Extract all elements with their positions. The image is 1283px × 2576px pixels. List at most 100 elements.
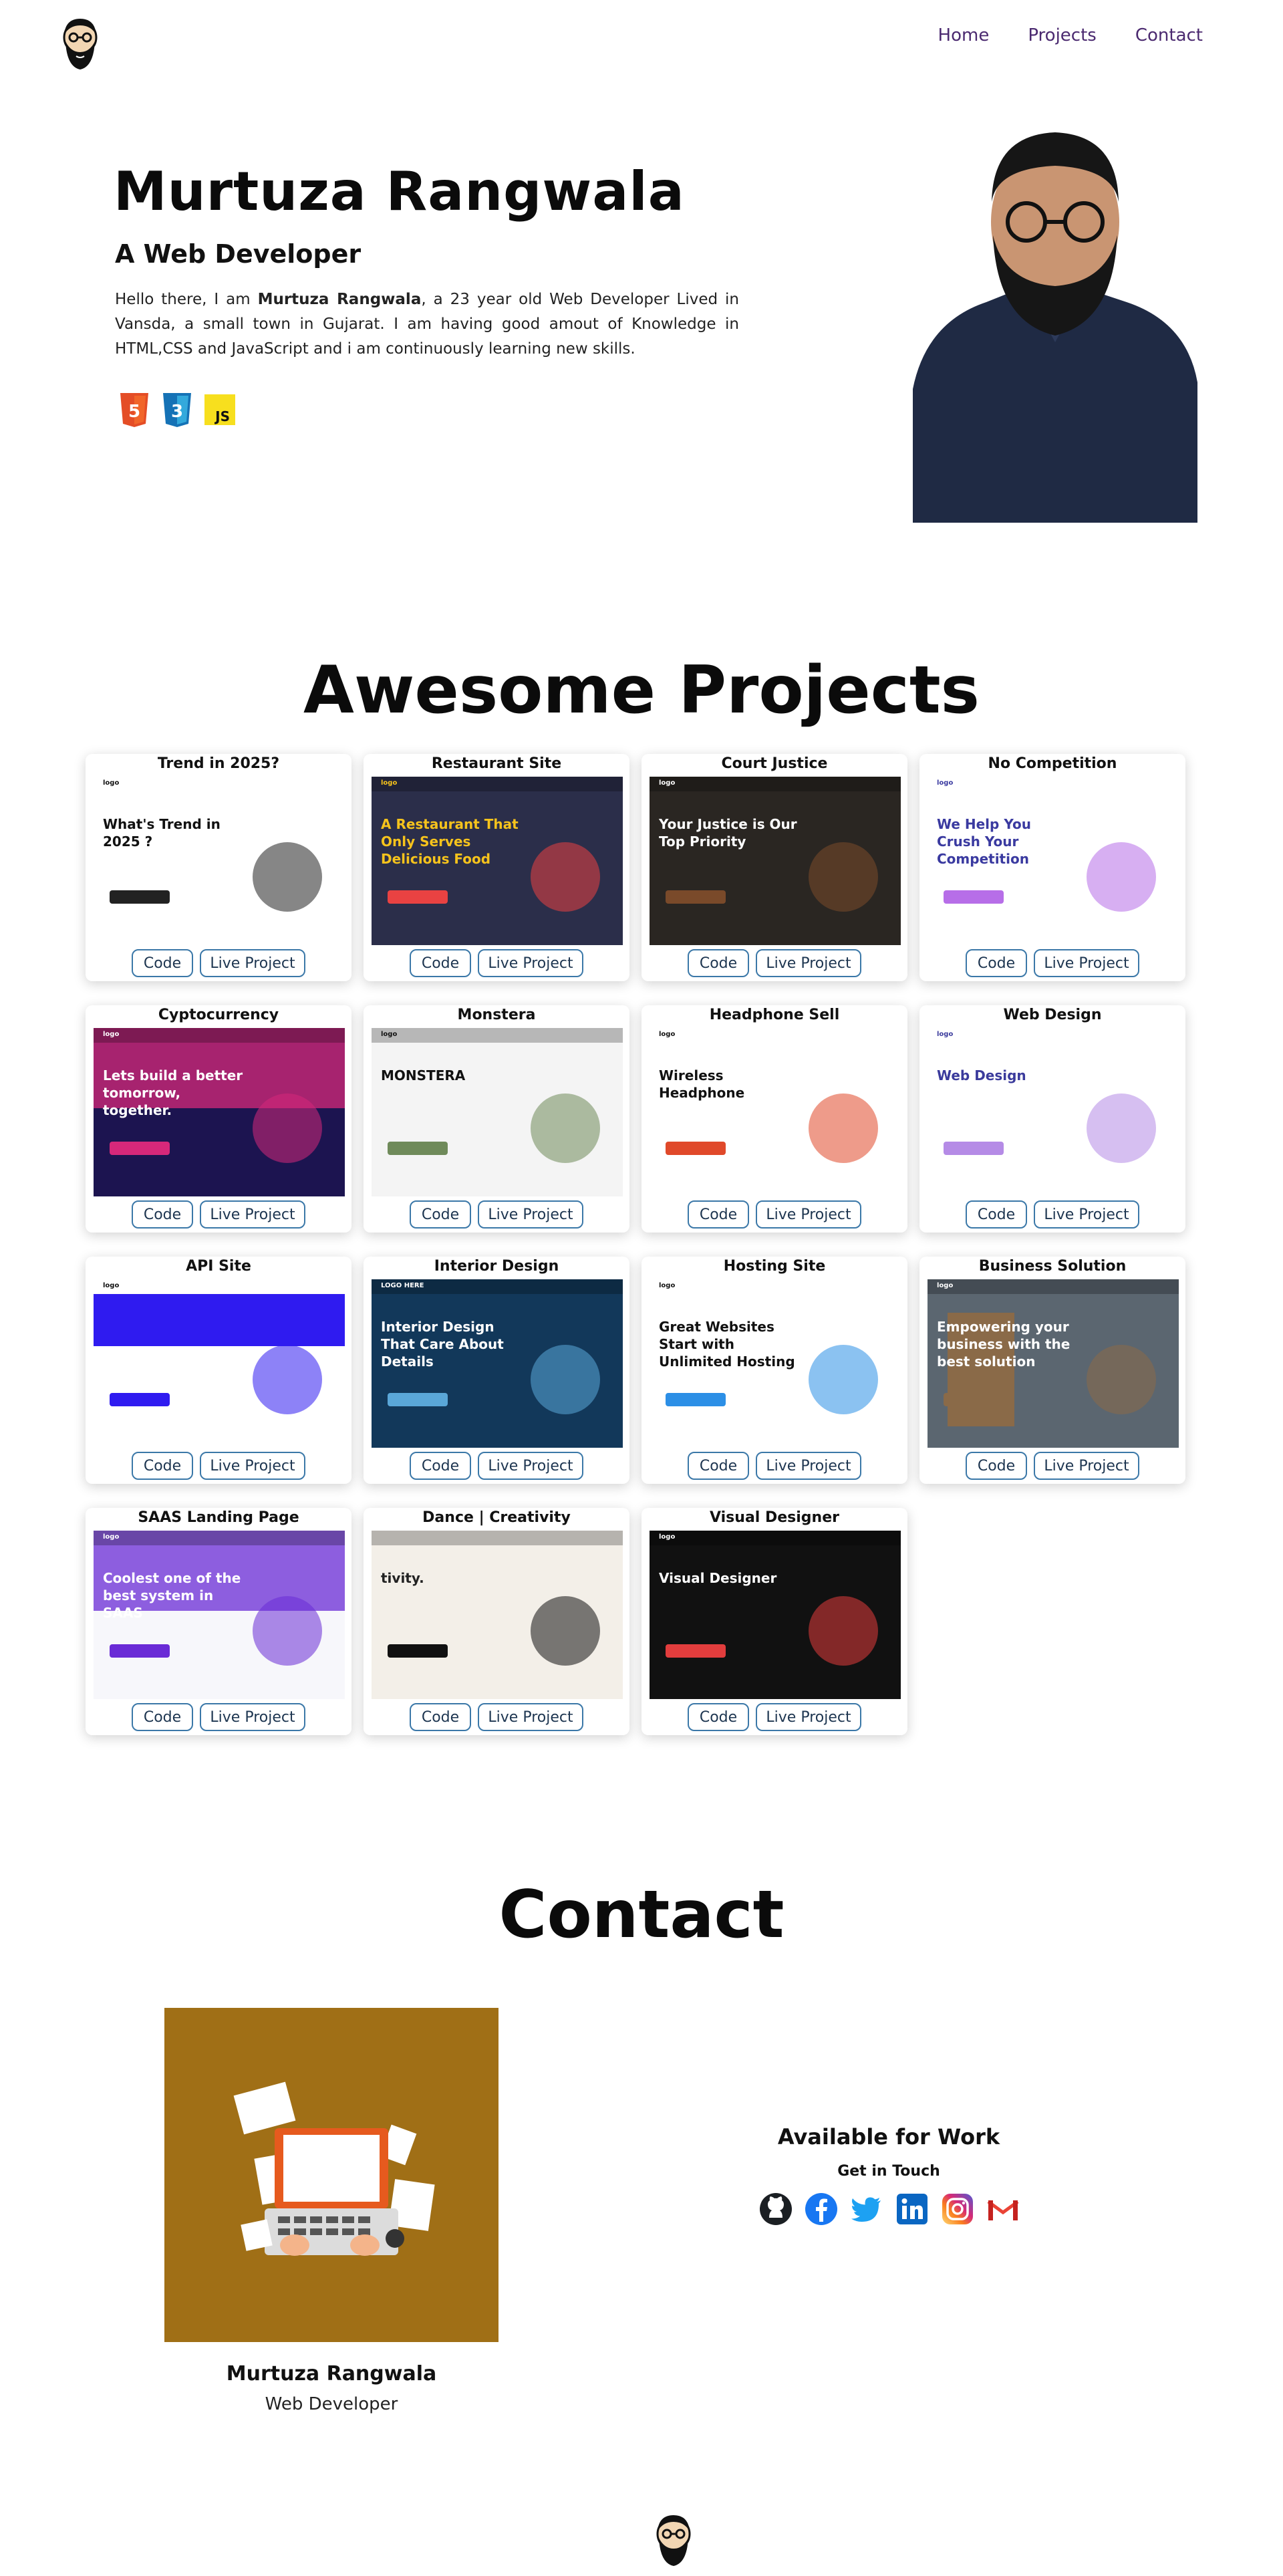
- thumbnail-graphic: [650, 1028, 901, 1163]
- nav-home-link[interactable]: Home: [938, 25, 990, 45]
- live-project-button[interactable]: Live Project: [1034, 1452, 1139, 1480]
- thumbnail-graphic: [928, 1028, 1179, 1163]
- footer-avatar-logo-icon[interactable]: [652, 2510, 695, 2569]
- linkedin-icon[interactable]: [895, 2192, 929, 2226]
- code-button[interactable]: Code: [132, 1452, 193, 1480]
- project-thumbnail[interactable]: logo Coolest one of the best system in SA…: [94, 1531, 345, 1699]
- live-project-button[interactable]: Live Project: [478, 949, 583, 977]
- code-button[interactable]: Code: [410, 1200, 471, 1229]
- thumbnail-graphic: [650, 1531, 901, 1666]
- twitter-icon[interactable]: [850, 2192, 883, 2226]
- project-thumbnail[interactable]: LOGO HERE Interior Design That Care About…: [372, 1279, 623, 1448]
- hero-name: Murtuza Rangwala: [114, 160, 685, 223]
- project-card: Trend in 2025? logo What's Trend in 2025 ?…: [86, 754, 351, 981]
- thumbnail-headline: What's Trend in 2025 ?: [103, 816, 221, 850]
- code-button[interactable]: Code: [410, 949, 471, 977]
- project-thumbnail[interactable]: logo: [94, 1279, 345, 1448]
- code-button[interactable]: Code: [966, 949, 1027, 977]
- thumbnail-headline: Web Design: [937, 1067, 1026, 1083]
- thumbnail-logo: logo: [103, 1282, 120, 1289]
- project-card: Dance | Creativity tivity. Code Live Projec…: [364, 1508, 629, 1735]
- project-title: SAAS Landing Page: [138, 1509, 299, 1526]
- live-project-button[interactable]: Live Project: [1034, 1200, 1139, 1229]
- live-project-button[interactable]: Live Project: [478, 1200, 583, 1229]
- project-thumbnail[interactable]: logo MONSTERA: [372, 1028, 623, 1196]
- code-button[interactable]: Code: [132, 1200, 193, 1229]
- thumbnail-logo: logo: [103, 779, 120, 787]
- project-buttons: Code Live Project: [364, 1452, 629, 1480]
- project-title: Court Justice: [721, 755, 828, 772]
- project-thumbnail[interactable]: tivity.: [372, 1531, 623, 1699]
- live-project-button[interactable]: Live Project: [200, 1452, 305, 1480]
- tech-stack: 5 3 JS: [118, 392, 237, 428]
- live-project-button[interactable]: Live Project: [756, 1200, 861, 1229]
- live-project-button[interactable]: Live Project: [200, 1703, 305, 1731]
- project-buttons: Code Live Project: [642, 1452, 907, 1480]
- svg-text:5: 5: [128, 402, 140, 422]
- contact-illustration: [164, 2008, 498, 2342]
- thumbnail-graphic: [372, 1531, 623, 1666]
- project-buttons: Code Live Project: [86, 949, 351, 977]
- avatar-logo-icon[interactable]: [59, 15, 102, 72]
- project-buttons: Code Live Project: [86, 1703, 351, 1731]
- project-thumbnail[interactable]: logo Visual Designer: [650, 1531, 901, 1699]
- code-button[interactable]: Code: [132, 949, 193, 977]
- project-title: Headphone Sell: [709, 1007, 840, 1023]
- thumbnail-graphic: [372, 1028, 623, 1163]
- project-thumbnail[interactable]: logo A Restaurant That Only Serves Delici…: [372, 777, 623, 945]
- code-button[interactable]: Code: [688, 1452, 749, 1480]
- project-card: Headphone Sell logo Wireless Headphone Code…: [642, 1005, 907, 1233]
- social-links: [759, 2192, 1020, 2226]
- project-buttons: Code Live Project: [919, 949, 1185, 977]
- live-project-button[interactable]: Live Project: [478, 1452, 583, 1480]
- project-thumbnail[interactable]: logo We Help You Crush Your Competition: [928, 777, 1179, 945]
- profile-photo: [913, 122, 1197, 523]
- project-card: Interior Design LOGO HERE Interior Design …: [364, 1257, 629, 1484]
- nav-projects-link[interactable]: Projects: [1028, 25, 1097, 45]
- project-title: Hosting Site: [723, 1258, 826, 1275]
- project-buttons: Code Live Project: [86, 1452, 351, 1480]
- project-card: No Competition logo We Help You Crush Your…: [919, 754, 1185, 981]
- github-icon[interactable]: [759, 2192, 793, 2226]
- facebook-icon[interactable]: [805, 2192, 838, 2226]
- instagram-icon[interactable]: [941, 2192, 974, 2226]
- project-thumbnail[interactable]: logo Empowering your business with the be…: [928, 1279, 1179, 1448]
- project-card: Business Solution logo Empowering your bus…: [919, 1257, 1185, 1484]
- svg-text:3: 3: [171, 402, 183, 422]
- project-card: Web Design logo Web Design Code Live Project: [919, 1005, 1185, 1233]
- live-project-button[interactable]: Live Project: [200, 1200, 305, 1229]
- code-button[interactable]: Code: [410, 1703, 471, 1731]
- live-project-button[interactable]: Live Project: [756, 1703, 861, 1731]
- project-thumbnail[interactable]: logo Wireless Headphone: [650, 1028, 901, 1196]
- project-thumbnail[interactable]: logo Your Justice is Our Top Priority: [650, 777, 901, 945]
- nav-contact-link[interactable]: Contact: [1135, 25, 1203, 45]
- project-thumbnail[interactable]: logo What's Trend in 2025 ?: [94, 777, 345, 945]
- live-project-button[interactable]: Live Project: [756, 1452, 861, 1480]
- live-project-button[interactable]: Live Project: [1034, 949, 1139, 977]
- project-thumbnail[interactable]: logo Web Design: [928, 1028, 1179, 1196]
- code-button[interactable]: Code: [410, 1452, 471, 1480]
- gmail-icon[interactable]: [986, 2192, 1020, 2226]
- live-project-button[interactable]: Live Project: [200, 949, 305, 977]
- live-project-button[interactable]: Live Project: [478, 1703, 583, 1731]
- code-button[interactable]: Code: [688, 949, 749, 977]
- code-button[interactable]: Code: [966, 1452, 1027, 1480]
- code-button[interactable]: Code: [966, 1200, 1027, 1229]
- project-buttons: Code Live Project: [364, 1703, 629, 1731]
- thumbnail-logo: logo: [659, 1282, 676, 1289]
- project-thumbnail[interactable]: logo Lets build a better tomorrow, togeth…: [94, 1028, 345, 1196]
- thumbnail-logo: logo: [659, 1031, 676, 1038]
- projects-title: Awesome Projects: [303, 652, 980, 729]
- thumbnail-graphic: [94, 777, 345, 912]
- live-project-button[interactable]: Live Project: [756, 949, 861, 977]
- code-button[interactable]: Code: [688, 1200, 749, 1229]
- project-thumbnail[interactable]: logo Great Websites Start with Unlimited …: [650, 1279, 901, 1448]
- project-buttons: Code Live Project: [364, 1200, 629, 1229]
- code-button[interactable]: Code: [688, 1703, 749, 1731]
- project-title: API Site: [186, 1258, 251, 1275]
- thumbnail-headline: Coolest one of the best system in SAAS: [103, 1570, 241, 1621]
- thumbnail-logo: logo: [381, 1031, 398, 1038]
- code-button[interactable]: Code: [132, 1703, 193, 1731]
- thumbnail-logo: logo: [937, 1031, 954, 1038]
- project-title: Dance | Creativity: [422, 1509, 571, 1526]
